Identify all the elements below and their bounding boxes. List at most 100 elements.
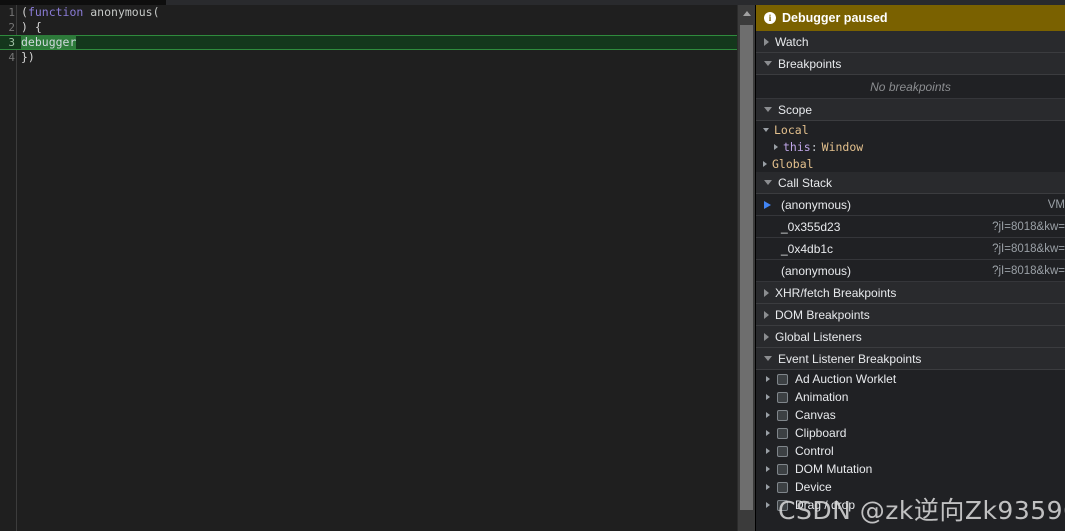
call-stack-frame-name: _0x4db1c xyxy=(781,241,834,256)
call-stack-frame-url: ?jI=8018&kw= xyxy=(992,264,1065,277)
main-split: 1 (function anonymous(2) {3 debugger 4}) i … xyxy=(0,5,1065,531)
section-header-event-listener-breakpoints[interactable]: Event Listener Breakpoints xyxy=(756,348,1065,370)
section-header-global-listeners[interactable]: Global Listeners xyxy=(756,326,1065,348)
chevron-right-icon[interactable] xyxy=(766,502,770,508)
event-listener-breakpoint-label: Device xyxy=(795,480,832,494)
call-stack-frame-url: ?jI=8018&kw= xyxy=(992,220,1065,233)
code-text: }) xyxy=(15,50,35,65)
call-stack-frame[interactable]: (anonymous) ?jI=8018&kw= xyxy=(756,260,1065,282)
event-listener-breakpoint-checkbox[interactable] xyxy=(777,409,788,421)
event-listener-breakpoint-checkbox[interactable] xyxy=(777,445,788,457)
code-line[interactable]: 4}) xyxy=(0,50,737,65)
section-header-watch[interactable]: Watch xyxy=(756,31,1065,53)
scope-rows-container: Local this: Window Global xyxy=(756,121,1065,172)
section-label-scope: Scope xyxy=(778,102,813,117)
section-header-scope[interactable]: Scope xyxy=(756,99,1065,121)
scope-name: Global xyxy=(772,156,814,171)
chevron-right-icon[interactable] xyxy=(766,376,770,382)
event-listener-breakpoint-row[interactable]: Device xyxy=(756,478,1065,496)
call-stack-frame-url: ?jI=8018&kw= xyxy=(992,242,1065,255)
chevron-right-icon[interactable] xyxy=(766,394,770,400)
code-token: ) { xyxy=(21,20,42,34)
code-token: function xyxy=(27,5,84,19)
chevron-right-icon[interactable] xyxy=(766,466,770,472)
section-header-xhr-fetch-breakpoints[interactable]: XHR/fetch Breakpoints xyxy=(756,282,1065,304)
chevron-right-icon[interactable] xyxy=(766,484,770,490)
editor-vertical-scrollbar[interactable] xyxy=(737,5,755,531)
call-stack-frame-name: (anonymous) xyxy=(781,197,852,212)
section-label: XHR/fetch Breakpoints xyxy=(775,285,897,300)
debugger-paused-banner: i Debugger paused xyxy=(756,5,1065,31)
event-listener-breakpoint-label: Clipboard xyxy=(795,426,847,440)
info-icon: i xyxy=(764,12,776,24)
section-label-breakpoints: Breakpoints xyxy=(778,56,842,71)
scrollbar-thumb[interactable] xyxy=(740,25,753,510)
line-number[interactable]: 4 xyxy=(0,50,15,65)
scope-row[interactable]: Local xyxy=(756,121,1065,138)
event-listener-breakpoint-checkbox[interactable] xyxy=(777,481,788,493)
devtools-window: 1 (function anonymous(2) {3 debugger 4}) i … xyxy=(0,0,1065,531)
call-stack-frame[interactable]: (anonymous) VM xyxy=(756,194,1065,216)
event-listener-breakpoint-checkbox[interactable] xyxy=(777,499,788,511)
event-listener-breakpoint-label: DOM Mutation xyxy=(795,462,873,476)
chevron-down-icon xyxy=(764,356,772,361)
code-text: ) { xyxy=(15,20,42,35)
section-label-watch: Watch xyxy=(775,34,809,49)
event-listener-breakpoint-row[interactable]: DOM Mutation xyxy=(756,460,1065,478)
code-token: debugger xyxy=(21,35,77,49)
code-line[interactable]: 3 debugger xyxy=(0,35,737,50)
event-listener-breakpoint-checkbox[interactable] xyxy=(777,391,788,403)
line-number-gutter xyxy=(0,5,15,531)
scope-colon: : xyxy=(810,139,818,154)
chevron-down-icon xyxy=(764,180,772,185)
chevron-right-icon[interactable] xyxy=(766,448,770,454)
code-lines-container: 1 (function anonymous(2) {3 debugger 4}) xyxy=(0,5,737,65)
event-listener-breakpoint-row[interactable]: Animation xyxy=(756,388,1065,406)
section-label: Global Listeners xyxy=(775,329,862,344)
event-listener-breakpoint-row[interactable]: Control xyxy=(756,442,1065,460)
event-listener-breakpoint-row[interactable]: Ad Auction Worklet xyxy=(756,370,1065,388)
event-listener-breakpoints-container: Ad Auction Worklet Animation Canvas Clipboa… xyxy=(756,370,1065,514)
scope-row[interactable]: Global xyxy=(756,155,1065,172)
code-token: anonymous( xyxy=(83,5,160,19)
line-number[interactable]: 2 xyxy=(0,20,15,35)
chevron-right-icon xyxy=(764,332,769,341)
chevron-right-icon[interactable] xyxy=(766,412,770,418)
code-line[interactable]: 1 (function anonymous( xyxy=(0,5,737,20)
scope-property-value[interactable]: Window xyxy=(822,140,864,154)
chevron-right-icon xyxy=(764,310,769,319)
chevron-right-icon[interactable] xyxy=(774,143,778,150)
code-line[interactable]: 2 ) { xyxy=(0,20,737,35)
code-token: ( xyxy=(21,5,28,19)
event-listener-breakpoint-row[interactable]: Drag / drop xyxy=(756,496,1065,514)
debugger-paused-label: Debugger paused xyxy=(782,11,888,25)
section-label-call-stack: Call Stack xyxy=(778,175,833,190)
source-code-editor[interactable]: 1 (function anonymous(2) {3 debugger 4}) xyxy=(0,5,737,531)
call-stack-frame-name: (anonymous) xyxy=(781,263,852,278)
event-listener-breakpoint-checkbox[interactable] xyxy=(777,463,788,475)
chevron-right-icon[interactable] xyxy=(763,160,767,167)
chevron-down-icon xyxy=(764,61,772,66)
triangle-up-icon xyxy=(742,11,751,16)
code-text: (function anonymous( xyxy=(15,5,160,20)
event-listener-breakpoint-label: Ad Auction Worklet xyxy=(795,372,897,386)
scope-row[interactable]: this: Window xyxy=(756,138,1065,155)
event-listener-breakpoint-row[interactable]: Clipboard xyxy=(756,424,1065,442)
chevron-down-icon[interactable] xyxy=(763,127,769,132)
section-header-dom-breakpoints[interactable]: DOM Breakpoints xyxy=(756,304,1065,326)
line-number[interactable]: 3 xyxy=(0,35,15,50)
section-header-breakpoints[interactable]: Breakpoints xyxy=(756,53,1065,75)
line-number[interactable]: 1 xyxy=(0,5,15,20)
selected-frame-marker xyxy=(764,200,777,209)
section-header-call-stack[interactable]: Call Stack xyxy=(756,172,1065,194)
scroll-up-arrow-icon[interactable] xyxy=(738,5,755,22)
event-listener-breakpoint-row[interactable]: Canvas xyxy=(756,406,1065,424)
event-listener-breakpoint-label: Animation xyxy=(795,390,849,404)
chevron-right-icon[interactable] xyxy=(766,430,770,436)
event-listener-breakpoint-checkbox[interactable] xyxy=(777,427,788,439)
call-stack-frame[interactable]: _0x355d23 ?jI=8018&kw= xyxy=(756,216,1065,238)
section-label: DOM Breakpoints xyxy=(775,307,870,322)
call-stack-frame[interactable]: _0x4db1c ?jI=8018&kw= xyxy=(756,238,1065,260)
event-listener-breakpoint-checkbox[interactable] xyxy=(777,373,788,385)
code-text: debugger xyxy=(15,35,77,50)
